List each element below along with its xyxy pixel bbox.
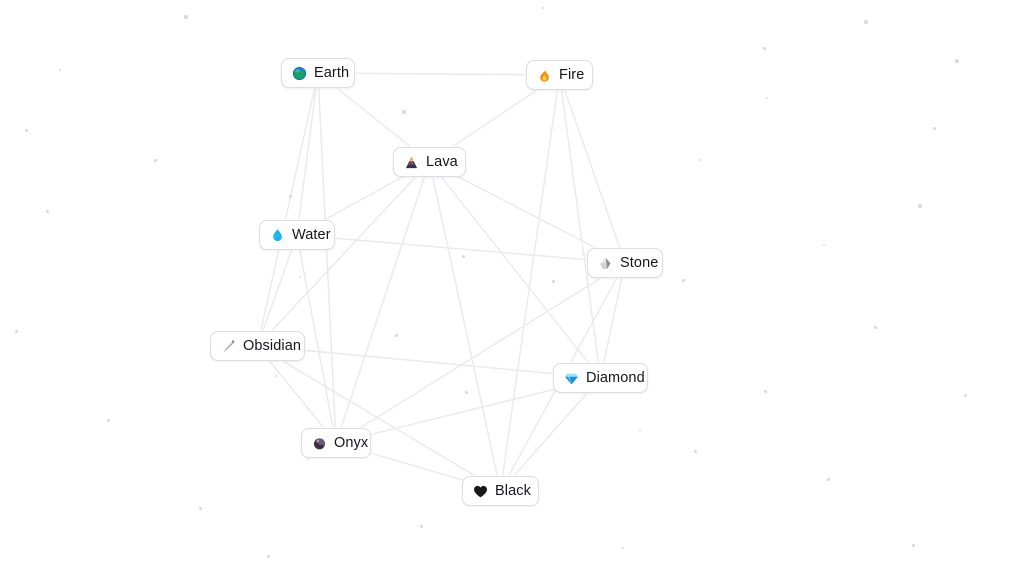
element-node-label: Water bbox=[292, 226, 331, 243]
black-heart-icon bbox=[473, 484, 488, 499]
element-node-stone[interactable]: Stone bbox=[587, 248, 663, 278]
element-node-label: Obsidian bbox=[243, 337, 302, 354]
element-node-label: Lava bbox=[426, 153, 458, 170]
obsidian-blade-icon bbox=[221, 339, 236, 354]
element-graph-canvas: Earth Fire Lava Water Stone Obsidian Diamond On… bbox=[0, 0, 1024, 576]
element-node-earth[interactable]: Earth bbox=[281, 58, 355, 88]
element-node-black[interactable]: Black bbox=[462, 476, 539, 506]
volcano-icon bbox=[404, 155, 419, 170]
gem-stone-icon bbox=[564, 371, 579, 386]
onyx-sphere-icon bbox=[312, 436, 327, 451]
element-node-fire[interactable]: Fire bbox=[526, 60, 593, 90]
element-node-water[interactable]: Water bbox=[259, 220, 335, 250]
element-node-onyx[interactable]: Onyx bbox=[301, 428, 371, 458]
element-node-label: Earth bbox=[314, 64, 350, 81]
earth-globe-icon bbox=[292, 66, 307, 81]
element-node-label: Fire bbox=[559, 66, 585, 83]
element-node-diamond[interactable]: Diamond bbox=[553, 363, 648, 393]
element-node-label: Diamond bbox=[586, 369, 645, 386]
element-node-label: Stone bbox=[620, 254, 659, 271]
element-node-label: Black bbox=[495, 482, 531, 499]
element-node-lava[interactable]: Lava bbox=[393, 147, 466, 177]
node-layer: Earth Fire Lava Water Stone Obsidian Diamond On… bbox=[0, 0, 1024, 576]
element-node-label: Onyx bbox=[334, 434, 369, 451]
water-droplet-icon bbox=[270, 228, 285, 243]
element-node-obsidian[interactable]: Obsidian bbox=[210, 331, 305, 361]
rock-icon bbox=[598, 256, 613, 271]
fire-flame-icon bbox=[537, 68, 552, 83]
